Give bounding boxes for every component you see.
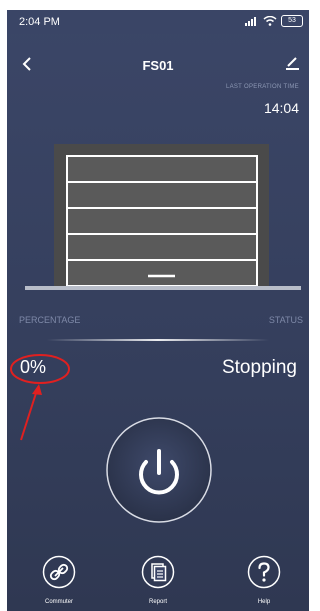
wifi-icon [263, 16, 277, 26]
page-title: FS01 [142, 58, 174, 73]
link-icon [42, 555, 76, 589]
help-icon [247, 555, 281, 589]
app-screen: 2:04 PM 53 FS01 LAST OPERATION TIME 14:0… [7, 10, 309, 611]
status-value: Stopping [221, 357, 297, 378]
nav-report[interactable]: Report [123, 555, 193, 605]
nav-report-label: Report [148, 599, 167, 605]
annotation-arrow-head [32, 384, 42, 395]
signal-icon [245, 17, 256, 26]
status-icons: 53 [245, 15, 303, 27]
annotation-overlay [10, 354, 70, 441]
nav-help[interactable]: Help [229, 555, 299, 605]
last-operation-time: 14:04 [263, 100, 299, 116]
power-button[interactable] [104, 415, 214, 525]
nav-help-label: Help [257, 599, 271, 605]
ground-line [25, 286, 301, 290]
status-label: STATUS [268, 315, 303, 325]
garage-door-illustration [25, 144, 301, 290]
battery-icon: 53 [281, 15, 303, 27]
info-labels: PERCENTAGE STATUS [7, 315, 309, 329]
percentage-value: 0% [20, 357, 47, 377]
status-bar: 2:04 PM 53 [7, 10, 309, 34]
last-operation-label: LAST OPERATION TIME [225, 84, 299, 90]
bottom-nav: Commuter Report Help [7, 555, 309, 611]
report-icon [141, 555, 175, 589]
annotation-arrow-line [20, 389, 38, 441]
nav-commuter-label: Commuter [44, 599, 73, 605]
door-panels [66, 155, 258, 287]
pencil-icon[interactable] [283, 54, 301, 72]
status-time: 2:04 PM [19, 16, 60, 28]
header: FS01 [7, 54, 309, 78]
percentage-label: PERCENTAGE [19, 315, 81, 325]
nav-commuter[interactable]: Commuter [24, 555, 94, 605]
divider-glow [47, 339, 269, 341]
